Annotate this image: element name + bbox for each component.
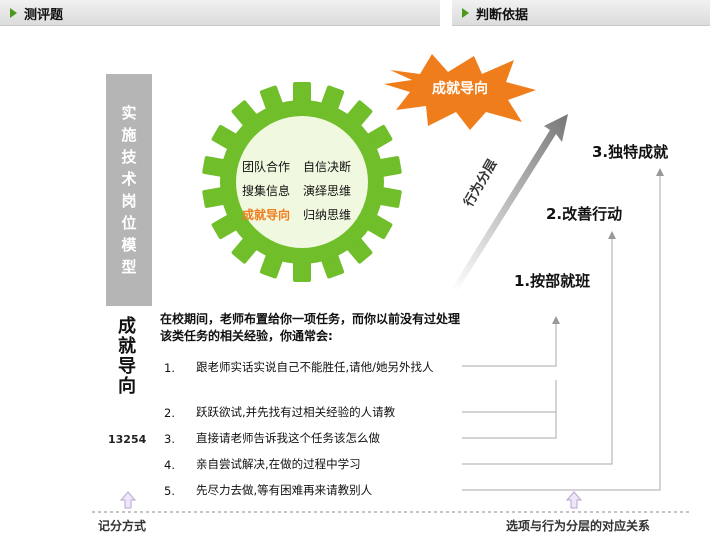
mapping-lines (92, 168, 692, 513)
scoring-method-label: 记分方式 (98, 519, 147, 533)
up-arrow-icon (566, 491, 582, 509)
mapping-relation-label: 选项与行为分层的对应关系 (506, 519, 651, 533)
up-arrow-icon (120, 491, 136, 509)
